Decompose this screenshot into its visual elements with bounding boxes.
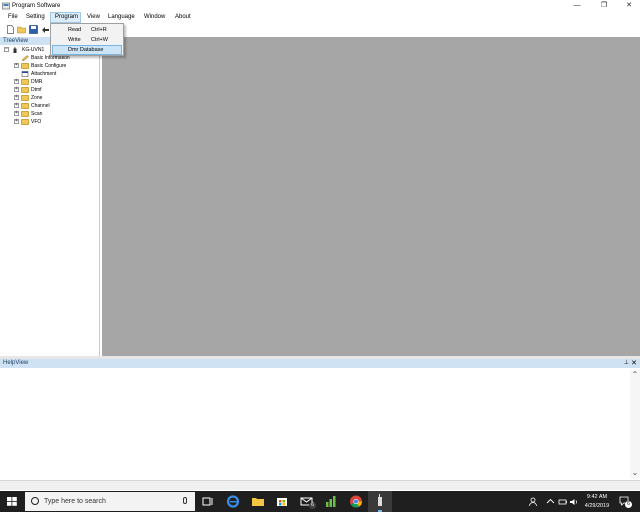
chart-app-icon[interactable] (322, 493, 340, 510)
mail-badge: 6 (309, 502, 316, 509)
action-center-button[interactable]: 6 (618, 495, 632, 508)
chevron-up-icon[interactable] (546, 497, 555, 506)
collapse-icon[interactable]: − (4, 47, 9, 52)
menu-item-write-label: Write (68, 37, 81, 43)
window-title: Program Software (12, 3, 61, 9)
expand-icon[interactable]: + (14, 95, 19, 100)
menu-setting[interactable]: Setting (22, 12, 49, 23)
helpview-scrollbar[interactable]: ⌃ ⌄ (630, 370, 640, 478)
expand-icon[interactable]: + (14, 87, 19, 92)
tree-item-dtmf[interactable]: + Dtmf (14, 86, 98, 94)
battery-icon[interactable] (558, 497, 568, 507)
taskbar-search-box[interactable]: Type here to search (25, 492, 195, 511)
chrome-icon[interactable] (347, 493, 365, 510)
tree-item-zone[interactable]: + Zone (14, 94, 98, 102)
helpview-close-icon[interactable]: ✕ (631, 359, 637, 368)
menu-item-dmr-database[interactable]: Dmr Database (52, 45, 122, 55)
menu-item-write[interactable]: Write Ctrl+W (52, 35, 122, 45)
tree-item-scan[interactable]: + Scan (14, 110, 98, 118)
store-icon[interactable] (273, 493, 291, 510)
search-placeholder: Type here to search (44, 498, 106, 505)
read-radio-icon[interactable] (41, 25, 50, 34)
save-icon[interactable] (29, 25, 38, 34)
radio-device-icon (378, 494, 382, 512)
helpview-content (0, 368, 640, 480)
expand-icon[interactable]: + (14, 63, 19, 68)
cortana-icon (31, 497, 39, 505)
expand-icon[interactable]: + (14, 111, 19, 116)
title-bar: Program Software — ❐ ✕ (0, 0, 640, 12)
notification-badge: 6 (625, 501, 632, 508)
minimize-button[interactable]: — (566, 0, 588, 11)
helpview-title: HelpView (3, 360, 29, 366)
volume-icon[interactable] (569, 497, 579, 507)
folder-icon (21, 119, 29, 125)
open-folder-icon[interactable] (17, 25, 26, 34)
tree-root-label: KG-UVN1 (22, 47, 45, 53)
microphone-icon[interactable] (183, 497, 187, 504)
menu-view[interactable]: View (83, 12, 104, 23)
tree-item-attachment[interactable]: Attachment (14, 70, 98, 78)
folder-icon (21, 103, 29, 109)
menu-item-write-shortcut: Ctrl+W (91, 37, 108, 43)
folder-icon (21, 63, 29, 69)
scroll-down-icon[interactable]: ⌄ (630, 468, 640, 478)
pin-icon[interactable]: ⊥ (624, 359, 629, 368)
file-explorer-icon[interactable] (249, 493, 267, 510)
clock-date[interactable]: 4/29/2019 (580, 502, 614, 511)
menu-item-dmr-database-label: Dmr Database (68, 47, 104, 53)
grid-icon (21, 71, 29, 77)
menu-item-read-label: Read (68, 27, 82, 33)
folder-icon (21, 79, 29, 85)
new-file-icon[interactable] (6, 25, 15, 34)
windows-start-icon[interactable] (0, 491, 24, 512)
menu-language[interactable]: Language (104, 12, 139, 23)
restore-button[interactable]: ❐ (593, 0, 615, 11)
clock-time[interactable]: 9:42 AM (580, 493, 614, 502)
program-software-taskbar-button[interactable] (368, 491, 392, 512)
tree-item-channel[interactable]: + Channel (14, 102, 98, 110)
program-menu-dropdown: Read Ctrl+R Write Ctrl+W Dmr Database (50, 23, 124, 56)
folder-icon (21, 111, 29, 117)
app-icon (2, 2, 10, 10)
expand-icon[interactable]: + (14, 103, 19, 108)
radio-device-icon (13, 47, 17, 53)
tree-item-dmr[interactable]: + DMR (14, 78, 98, 86)
expand-icon[interactable]: + (14, 79, 19, 84)
tree-item-vfo[interactable]: + VFO (14, 118, 98, 126)
status-bar (0, 480, 640, 490)
helpview-header: HelpView ⊥ ✕ (0, 359, 640, 368)
menu-item-read-shortcut: Ctrl+R (91, 27, 107, 33)
menu-about[interactable]: About (171, 12, 195, 23)
people-icon[interactable] (528, 497, 538, 507)
menu-item-read[interactable]: Read Ctrl+R (52, 25, 122, 35)
folder-icon (21, 87, 29, 93)
mail-icon[interactable]: 6 (298, 493, 316, 510)
mdi-work-area[interactable] (102, 37, 640, 356)
treeview-panel: − KG-UVN1 Basic Information + Basic Conf… (0, 45, 100, 356)
menu-program[interactable]: Program (50, 12, 81, 23)
pencil-icon (21, 55, 29, 61)
task-view-icon[interactable] (199, 493, 217, 510)
menu-window[interactable]: Window (140, 12, 169, 23)
scroll-up-icon[interactable]: ⌃ (630, 370, 640, 380)
tree-item-basic-configure[interactable]: + Basic Configure (14, 62, 98, 70)
menu-file[interactable]: File (4, 12, 22, 23)
expand-icon[interactable]: + (14, 119, 19, 124)
edge-browser-icon[interactable] (224, 493, 242, 510)
treeview-title: TreeView (3, 38, 29, 44)
folder-icon (21, 95, 29, 101)
close-button[interactable]: ✕ (618, 0, 640, 11)
